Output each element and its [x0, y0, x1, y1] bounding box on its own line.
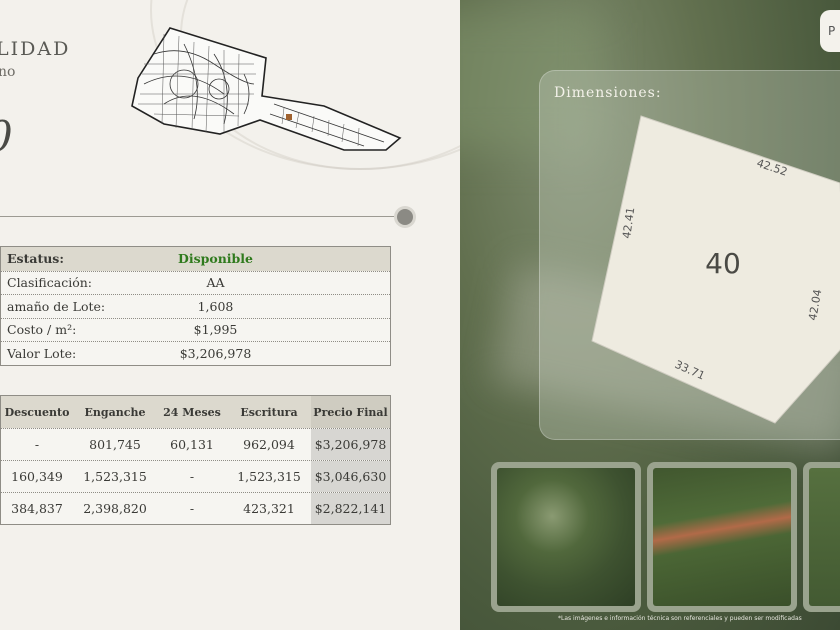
status-label: Estatus:: [7, 251, 64, 267]
lot-dimensions-diagram: 40 42.52 42.41 42.04 33.71: [591, 115, 840, 424]
header-24-meses: 24 Meses: [163, 405, 221, 419]
lot-status-table: Estatus: Disponible Clasificación: AA am…: [0, 246, 391, 366]
cell-descuento: 160,349: [11, 469, 63, 484]
lot-info-panel: LIDAD no 0 Estatus: Disponible Clasifica…: [0, 0, 460, 630]
table-header-row: Descuento Enganche 24 Meses Escritura Pr…: [1, 396, 390, 428]
slider-track[interactable]: [0, 216, 402, 217]
cell-escritura: 962,094: [243, 437, 295, 452]
lot-number: 0: [0, 112, 13, 161]
cell-enganche: 801,745: [89, 437, 141, 452]
cost-per-m2-label: Costo / m²:: [7, 322, 77, 338]
aerial-photo-thumbnail-1[interactable]: [491, 462, 641, 612]
aerial-photo: [809, 468, 840, 606]
page-subtitle: no: [0, 64, 16, 80]
selected-lot-marker: [286, 114, 292, 120]
cell-escritura: 1,523,315: [237, 469, 301, 484]
header-precio-final: Precio Final: [311, 396, 390, 428]
cell-enganche: 1,523,315: [83, 469, 147, 484]
site-map-image[interactable]: [124, 24, 404, 158]
table-row: amaño de Lote: 1,608: [1, 294, 390, 318]
table-row: Valor Lote: $3,206,978: [1, 341, 390, 365]
cell-precio-final: $2,822,141: [311, 493, 390, 524]
header-descuento: Descuento: [4, 405, 70, 419]
table-row: Estatus: Disponible: [1, 247, 390, 271]
cell-enganche: 2,398,820: [83, 501, 147, 516]
disclaimer-text: *Las imágenes e información técnica son …: [558, 615, 802, 622]
cell-precio-final: $3,206,978: [311, 429, 390, 460]
lot-label: 40: [705, 247, 741, 280]
cell-escritura: 423,321: [243, 501, 295, 516]
cell-24-meses: 60,131: [170, 437, 214, 452]
slider-handle[interactable]: [397, 209, 413, 225]
cost-per-m2-value: $1,995: [193, 322, 238, 338]
aerial-photo: [653, 468, 791, 606]
table-row: - 801,745 60,131 962,094 $3,206,978: [1, 428, 390, 460]
page-title: LIDAD: [0, 38, 71, 60]
table-row: 384,837 2,398,820 - 423,321 $2,822,141: [1, 492, 390, 524]
header-enganche: Enganche: [84, 405, 146, 419]
status-value: Disponible: [178, 251, 253, 267]
table-row: 160,349 1,523,315 - 1,523,315 $3,046,630: [1, 460, 390, 492]
lot-size-label: amaño de Lote:: [7, 298, 106, 314]
top-right-button[interactable]: P: [820, 10, 840, 52]
table-row: Costo / m²: $1,995: [1, 317, 390, 341]
cell-24-meses: -: [189, 501, 195, 516]
aerial-photo-thumbnail-2[interactable]: [647, 462, 797, 612]
aerial-photo: [497, 468, 635, 606]
header-escritura: Escritura: [240, 405, 298, 419]
cell-24-meses: -: [189, 469, 195, 484]
cell-descuento: -: [34, 437, 40, 452]
payment-plan-table: Descuento Enganche 24 Meses Escritura Pr…: [0, 395, 391, 525]
lot-value-label: Valor Lote:: [7, 345, 77, 361]
lot-visual-panel: P Dimensiones: 40 42.52 42.41 42.04 33.7…: [460, 0, 840, 630]
classification-value: AA: [206, 275, 225, 291]
lot-size-value: 1,608: [197, 298, 234, 314]
cell-precio-final: $3,046,630: [311, 461, 390, 492]
classification-label: Clasificación:: [7, 275, 93, 291]
aerial-photo-thumbnail-3[interactable]: [803, 462, 840, 612]
dimensions-card: Dimensiones: 40 42.52 42.41 42.04 33.71: [539, 70, 840, 440]
cell-descuento: 384,837: [11, 501, 63, 516]
lot-value-value: $3,206,978: [179, 345, 252, 361]
table-row: Clasificación: AA: [1, 270, 390, 294]
